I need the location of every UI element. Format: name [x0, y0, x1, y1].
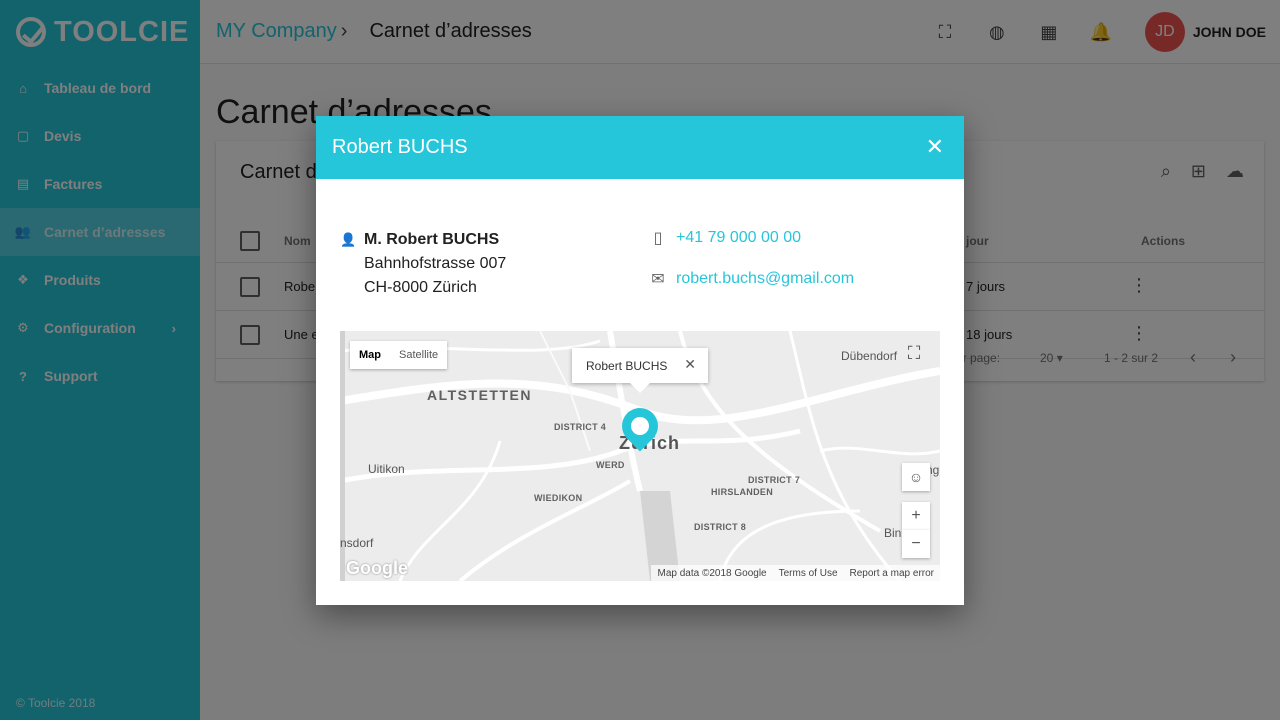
- zoom-in-button[interactable]: +: [902, 502, 930, 530]
- close-icon[interactable]: ✕: [926, 134, 944, 160]
- map-label: WIEDIKON: [534, 493, 583, 503]
- dialog-header: Robert BUCHS ✕: [316, 116, 964, 179]
- map-label: Dübendorf: [841, 349, 898, 363]
- contact-city: CH-8000 Zürich: [364, 279, 477, 296]
- close-icon[interactable]: ✕: [684, 356, 696, 373]
- report-error-link[interactable]: Report a map error: [850, 568, 934, 579]
- fullscreen-icon[interactable]: ⛶: [900, 339, 928, 367]
- contact-street: Bahnhofstrasse 007: [364, 255, 507, 272]
- map-label: DISTRICT 4: [554, 422, 607, 432]
- map-label: WERD: [596, 460, 625, 470]
- contact-phone-row: ▯ +41 79 000 00 00: [648, 228, 801, 248]
- map-label: nsdorf: [340, 536, 374, 550]
- map-type-control: Map Satellite: [350, 341, 448, 369]
- map-label: ALTSTETTEN: [427, 387, 532, 403]
- contact-email-row: ✉ robert.buchs@gmail.com: [648, 269, 854, 289]
- terms-link[interactable]: Terms of Use: [779, 568, 838, 579]
- map-label: Uitikon: [368, 462, 405, 476]
- map-view[interactable]: Map Satellite ALTSTETTEN DISTRICT 4 Züri…: [340, 331, 940, 581]
- mail-icon: ✉: [651, 271, 665, 288]
- google-logo: Google: [346, 558, 408, 578]
- contact-dialog: Robert BUCHS ✕ 👤 M. Robert BUCHS Bahnhof…: [316, 116, 964, 605]
- contact-email-link[interactable]: robert.buchs@gmail.com: [676, 270, 854, 288]
- person-icon: 👤: [340, 232, 357, 247]
- map-info-window: Robert BUCHS ✕: [572, 348, 708, 393]
- map-type-satellite-button[interactable]: Satellite: [390, 341, 447, 369]
- map-attribution: Map data ©2018 Google Terms of Use Repor…: [651, 565, 940, 581]
- map-data-credit: Map data ©2018 Google: [657, 567, 767, 579]
- map-label: HIRSLANDEN: [711, 487, 774, 497]
- contact-name: M. Robert BUCHS: [364, 231, 500, 248]
- map-label: Bin: [884, 526, 902, 540]
- phone-icon: ▯: [653, 230, 663, 247]
- map-label: DISTRICT 8: [694, 522, 747, 532]
- dialog-title: Robert BUCHS: [332, 136, 468, 158]
- map-label: DISTRICT 7: [748, 475, 801, 485]
- contact-phone-link[interactable]: +41 79 000 00 00: [676, 229, 801, 247]
- zoom-out-button[interactable]: −: [902, 530, 930, 558]
- map-type-map-button[interactable]: Map: [350, 341, 390, 369]
- info-window-title: Robert BUCHS: [586, 358, 668, 373]
- pegman-icon[interactable]: ☺: [902, 463, 930, 491]
- contact-address: M. Robert BUCHS Bahnhofstrasse 007 CH-80…: [364, 228, 506, 300]
